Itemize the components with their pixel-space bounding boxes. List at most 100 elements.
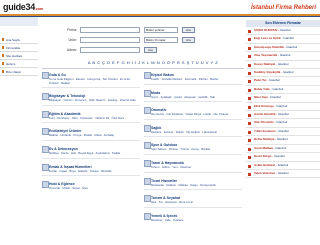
product-input[interactable] xyxy=(80,37,140,43)
company-name[interactable]: Kuzey Nakliyat xyxy=(254,62,275,66)
company-search-button[interactable]: Ara xyxy=(182,27,195,33)
category-subs[interactable]: Bilgisayar · Yazılım · Donanım · Web Tas… xyxy=(42,99,140,103)
category-subs[interactable]: Su ve Gıda Dağıtım · Ekmek · Kuruyemiş ·… xyxy=(42,77,140,85)
list-item[interactable]: Ezgi Lens ve Optik - İstanbul xyxy=(246,35,320,44)
category-block: Ticari Hizmetler Muhasebe · Reklam · Matb… xyxy=(144,177,242,191)
company-name[interactable]: Kadıköy Çiçekçilik xyxy=(254,70,280,74)
category-subs[interactable]: Oto Servis · Oto Kiralama · Yedek Parça … xyxy=(144,113,242,117)
address-input[interactable] xyxy=(80,47,140,53)
logo-text: guide34 xyxy=(3,2,35,12)
nav-item-reach-us[interactable]: Bize Ulaşın xyxy=(0,68,38,76)
category-title[interactable]: Sağlık xyxy=(144,124,242,132)
company-city: İstanbul xyxy=(277,170,289,175)
category-block: Sağlık Hastane · Eczane · Doktor · Diş He… xyxy=(144,124,242,138)
list-item[interactable]: Mavi Yapı - İstanbul xyxy=(246,94,320,103)
category-separator xyxy=(144,83,242,85)
category-subs[interactable]: Emlak · İnşaat · Boya · Elektrik · Tesis… xyxy=(42,169,140,174)
category-subs[interactable]: Hastane · Eczane · Doktor · Diş Hekimi ·… xyxy=(144,130,242,135)
category-separator xyxy=(144,136,242,138)
company-city: İstanbul xyxy=(278,112,289,117)
category-title[interactable]: Hobi & Eğlence xyxy=(42,181,140,189)
category-separator xyxy=(144,206,242,208)
company-name[interactable]: Gözde Güzellik xyxy=(254,112,276,116)
company-city: İstanbul xyxy=(276,103,288,108)
company-city: İstanbul xyxy=(279,53,291,58)
alphabet-index[interactable]: A B C Ç D E F G H I İ J K L M N O Ö P R … xyxy=(78,60,228,65)
list-item[interactable]: Tekin Veteriner - İstanbul xyxy=(246,170,320,179)
list-item[interactable]: Kuzey Nakliyat - İstanbul xyxy=(246,61,320,70)
category-title[interactable]: Bilgisayar & Teknoloji xyxy=(42,93,140,101)
category-separator xyxy=(42,157,140,159)
nav-item-add-company[interactable]: Firma Ekle xyxy=(0,44,38,52)
list-item[interactable]: Ulaş Taşımacılık - İstanbul xyxy=(246,52,320,61)
address-search-button[interactable]: Ara xyxy=(144,47,157,53)
category-subs[interactable]: Makine · Hırdavat · Kimya · Plastik · Me… xyxy=(42,134,140,138)
company-name[interactable]: Umut Matbaa xyxy=(254,146,273,150)
list-item[interactable]: Deniz Kargo - İstanbul xyxy=(246,153,320,162)
category-subs[interactable]: Spor Salonu · Fitness · Yüzme · Kamp · B… xyxy=(144,148,242,152)
company-name[interactable]: ÇİÇEK DÜNYASI xyxy=(254,28,277,32)
category-title[interactable]: Ticari Hizmetler xyxy=(144,177,242,185)
category-subs[interactable]: Oyuncak · Müzik · Sanat · Spor xyxy=(42,187,140,191)
company-name[interactable]: Defne Mobilya xyxy=(254,137,274,141)
company-name[interactable]: Ekol Kırtasiye xyxy=(254,104,274,108)
list-item[interactable]: Yıldız Eczanesi - İstanbul xyxy=(246,128,320,137)
company-name[interactable]: Ulaş Taşımacılık xyxy=(254,53,277,57)
list-item[interactable]: Bahar Cafe - İstanbul xyxy=(246,86,320,95)
category-title[interactable]: Yemek & İçecek xyxy=(144,212,242,220)
nav-item-home[interactable]: Ana Sayfa xyxy=(0,36,38,44)
list-item[interactable]: Kadıköy Çiçekçilik - İstanbul xyxy=(246,69,320,78)
category-title[interactable]: Endüstriyel Ürünler xyxy=(42,128,140,136)
list-item[interactable]: Ekol Kırtasiye - İstanbul xyxy=(246,103,320,112)
list-item[interactable]: Umut Matbaa - İstanbul xyxy=(246,145,320,154)
company-name[interactable]: Deniz Kargo xyxy=(254,154,272,158)
list-item[interactable]: Aslan Hırdavat - İstanbul xyxy=(246,162,320,170)
category-subs[interactable]: Muhasebe · Reklam · Matbaa · Kargo · Dan… xyxy=(144,183,242,188)
product-search-button[interactable]: Ara xyxy=(182,37,195,43)
category-title[interactable]: Spor & Outdoor xyxy=(144,142,242,150)
category-title[interactable]: Ev & Dekorasyon xyxy=(42,145,140,153)
company-name[interactable]: Star Otomotiv xyxy=(254,120,274,124)
category-subs[interactable]: Tohum · Gübre · Yem · Veteriner xyxy=(144,165,242,170)
category-subs[interactable]: Kurs · Dershane · Okul · Üniversite · Ya… xyxy=(42,116,140,121)
company-name[interactable]: Tekin Veteriner xyxy=(254,171,275,175)
category-subs[interactable]: Restoran · Cafe · Pastane xyxy=(144,218,242,223)
search-row-product: Ürün: Bütün Firmalar Ara xyxy=(58,36,228,44)
company-name[interactable]: Pelin Tur xyxy=(254,78,267,82)
city-select[interactable]: Bütün şehirler xyxy=(144,27,178,33)
company-city: İstanbul xyxy=(277,61,289,66)
category-title[interactable]: Gıda & Su xyxy=(42,72,140,79)
category-title[interactable]: Emlak & İnşaat Hizmetleri xyxy=(42,163,140,171)
company-city: İstanbul xyxy=(280,28,291,32)
category-title[interactable]: Kişisel Bakım xyxy=(144,72,242,79)
category-block: Kişisel Bakım Kuaför · Güzellik Merkezi ·… xyxy=(144,72,242,85)
company-name[interactable]: Yıldız Eczanesi xyxy=(254,129,276,133)
company-name[interactable]: Ezgi Lens ve Optik xyxy=(254,36,281,40)
site-logo[interactable]: guide34.com xyxy=(3,2,43,12)
company-name[interactable]: Bahar Cafe xyxy=(254,87,270,91)
category-subs[interactable]: Mobilya · Perde · Halı · Beyaz Eşya · Ay… xyxy=(42,151,140,156)
nav-item-sitemap[interactable]: Site Haritası xyxy=(0,52,38,60)
category-title[interactable]: Moda xyxy=(144,89,242,97)
list-item[interactable]: ÇİÇEK DÜNYASI - İstanbul xyxy=(246,27,320,36)
category-subs[interactable]: Kuaför · Güzellik Merkezi · Kozmetik · P… xyxy=(144,77,242,82)
category-title[interactable]: Eğitim & Akademik xyxy=(42,110,140,118)
list-item[interactable]: Star Otomotiv - İstanbul xyxy=(246,119,320,128)
company-name[interactable]: Aslan Hırdavat xyxy=(254,163,275,167)
list-item[interactable]: Defne Mobilya - İstanbul xyxy=(246,136,320,145)
category-title[interactable]: Tarım & Hayvancılık xyxy=(144,159,242,167)
category-subs[interactable]: Otel · Tur · Havayolu · Rent a Car xyxy=(144,201,242,205)
category-separator xyxy=(144,153,242,155)
company-input[interactable] xyxy=(80,27,140,33)
list-item[interactable]: Pelin Tur - İstanbul xyxy=(246,77,320,86)
company-name[interactable]: Gümüşsuyu Otelcilik xyxy=(254,45,284,49)
category-title[interactable]: Turizm & Seyahat xyxy=(144,195,242,203)
list-item[interactable]: Gümüşsuyu Otelcilik - İstanbul xyxy=(246,44,320,53)
nav-item-contact[interactable]: İletişim xyxy=(0,60,38,68)
company-filter-select[interactable]: Bütün Firmalar xyxy=(144,37,178,43)
category-subs[interactable]: Giyim · Ayakkabı · Çanta · Aksesuar · Ge… xyxy=(144,95,242,100)
category-title[interactable]: Otomotiv xyxy=(144,107,242,115)
list-item[interactable]: Gözde Güzellik - İstanbul xyxy=(246,111,320,120)
company-city: İstanbul xyxy=(286,44,298,49)
company-name[interactable]: Mavi Yapı xyxy=(254,95,268,99)
